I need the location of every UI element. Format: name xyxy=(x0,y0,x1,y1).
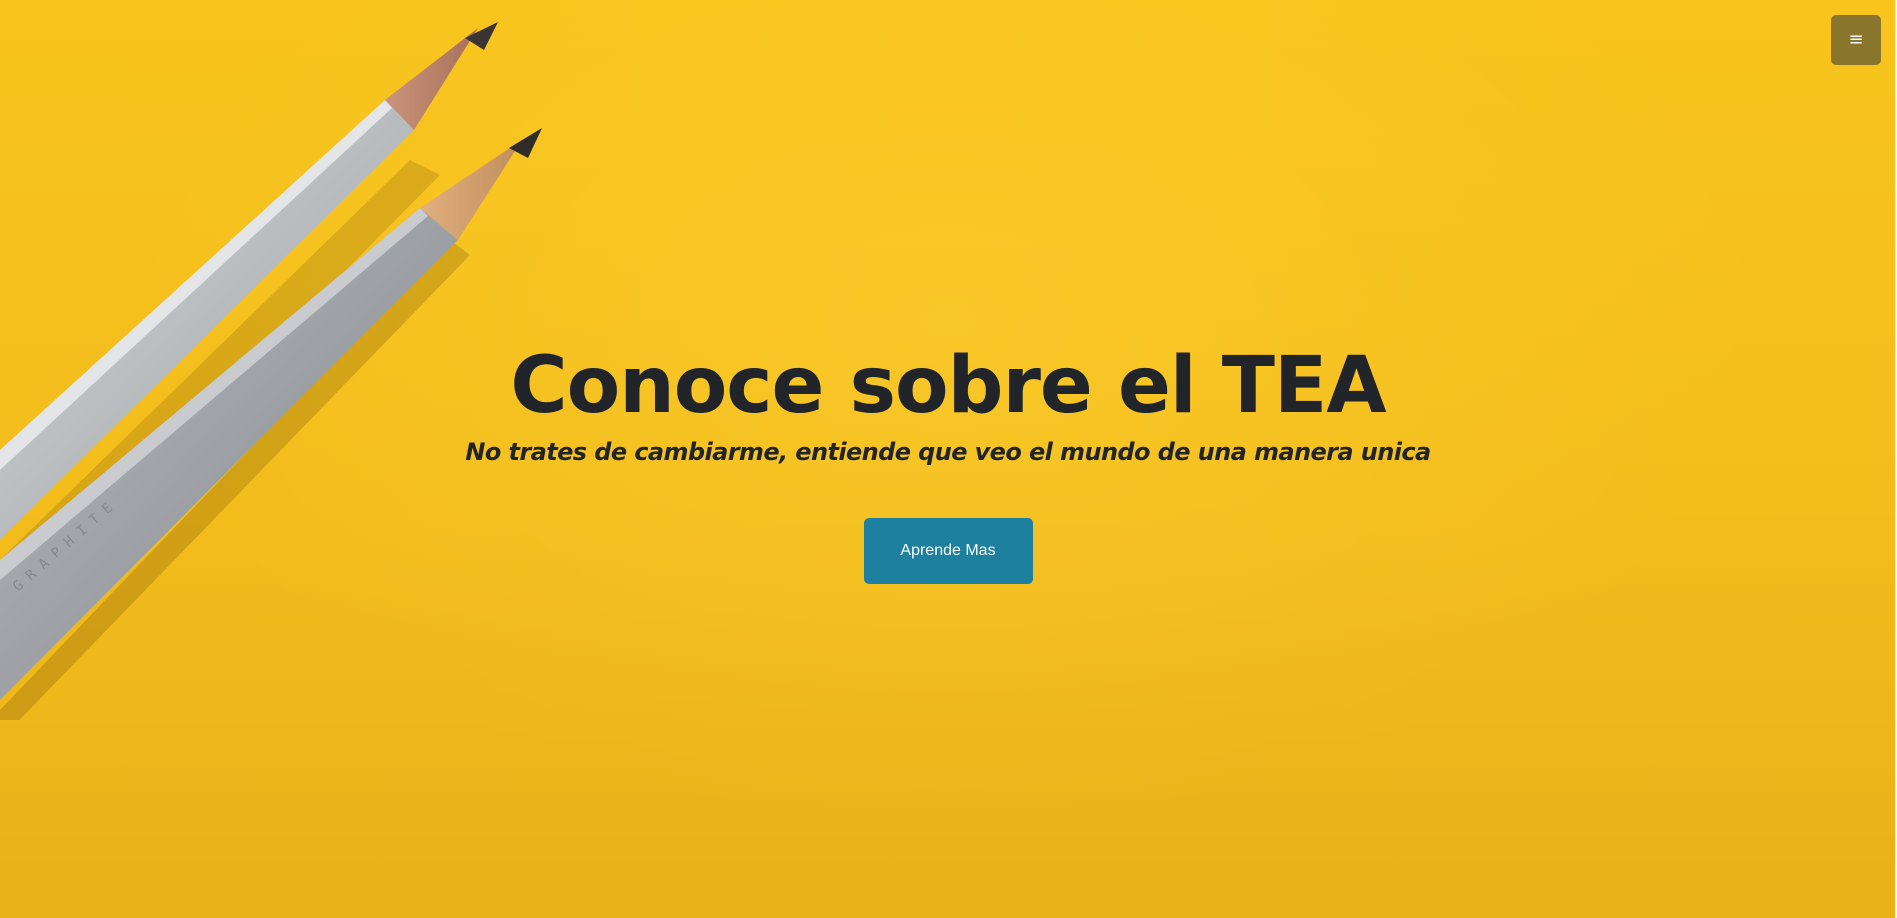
hero-section: G R A P H I T E ≡ Conoce sobre el TEA No… xyxy=(0,0,1896,918)
page-viewport: G R A P H I T E ≡ Conoce sobre el TEA No… xyxy=(0,0,1897,918)
hero-title: Conoce sobre el TEA xyxy=(510,341,1386,431)
hero-content: Conoce sobre el TEA No trates de cambiar… xyxy=(0,338,1896,584)
page-edge xyxy=(1895,0,1896,918)
hamburger-menu-icon: ≡ xyxy=(1848,29,1864,50)
learn-more-button[interactable]: Aprende Mas xyxy=(863,518,1033,584)
menu-toggle-button[interactable]: ≡ xyxy=(1831,15,1881,65)
hero-subtitle: No trates de cambiarme, entiende que veo… xyxy=(465,438,1431,466)
